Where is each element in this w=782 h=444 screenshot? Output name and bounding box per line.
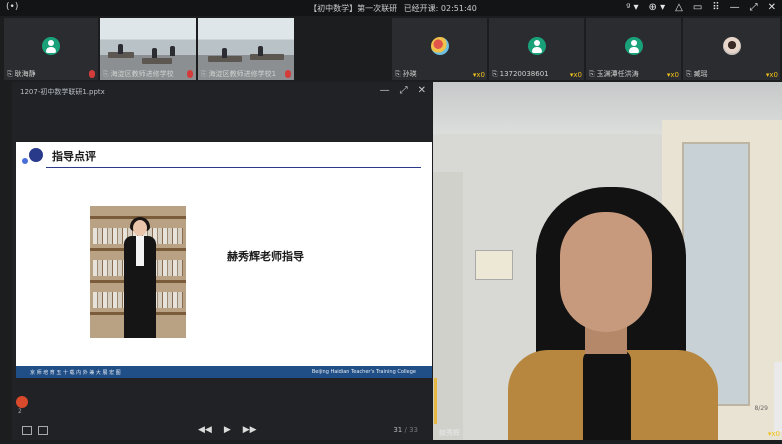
speaker-shirt [583,350,631,440]
prev-slide-icon[interactable]: ◀◀ [198,425,212,435]
presentation-toolbar: ◀◀ ▶ ▶▶ 31 / 33 [12,422,432,440]
participant-name: ⎘ 13720038601 [492,70,549,78]
reward-badge: ▾x0 [765,71,778,79]
footer-left: 京 师 培 育 五 十 载 内 外 兼 大 展 宏 图 [30,370,121,376]
participant-name: ⎘ 海淀区教师进修学校1 [201,70,277,78]
participant-name: ⎘ 孙瑛 [395,70,417,78]
window-edge [774,362,782,432]
settings-menu-icon[interactable]: ⊕ ▾ [649,1,666,15]
decor-circle [29,148,43,162]
mic-muted-icon [285,70,291,78]
slide-caption: 赫秀辉老师指导 [227,250,304,263]
fullscreen-icon[interactable]: ⤢ [400,85,408,96]
participant-tile[interactable]: ⎘ 海淀区教师进修学校 [100,18,196,80]
window-controls: ᵍ ▾ ⊕ ▾ △ ▭ ⠿ — ⤢ ✕ [626,1,776,15]
notes-icon[interactable] [38,426,48,435]
close-icon[interactable]: ✕ [768,1,776,15]
alert-icon[interactable]: △ [675,1,683,15]
profile-photo [430,37,449,55]
ppt-thumbnail-icon[interactable] [16,396,28,408]
teacher-photo [90,206,186,338]
elapsed-time: 已经开课: 02:51:40 [403,4,477,13]
mic-muted-icon [89,70,95,78]
main-video[interactable]: 8/29 赫秀辉 ▾x0 [433,82,782,440]
door [433,172,463,440]
participant-name: ⎘ 臧瑶 [686,70,708,78]
participant-tile[interactable]: ⎘ 海淀区教师进修学校1 [198,18,294,80]
top-bar: (•) 【初中数学】第一次联研 已经开课: 02:51:40 ᵍ ▾ ⊕ ▾ △… [0,0,782,16]
participant-tile[interactable]: ⎘ 玉渊潭任洪涛 ▾x0 [586,18,681,80]
page-indicator: 31 / 33 [393,426,418,434]
avatar-icon [527,37,546,55]
file-name: 1207-初中数学联研1.pptx [20,88,105,96]
speaker-name: 赫秀辉 [439,429,460,437]
title-divider [46,167,421,168]
speaker-face [560,212,652,332]
slide-footer: 京 师 培 育 五 十 载 内 外 兼 大 展 宏 图 Beijing Haid… [16,366,432,378]
reward-badge: ▾x0 [472,71,485,79]
video-counter: 8/29 [754,405,768,412]
grid-icon[interactable]: ⠿ [712,1,719,15]
minimize-icon[interactable]: — [730,1,740,15]
participant-name: ⎘ 玉渊潭任洪涛 [589,70,639,78]
decor-dot [22,158,28,164]
mic-muted-icon [187,70,193,78]
footer-right: Beijing Haidian Teacher's Training Colle… [311,369,416,375]
audio-level-bar [434,378,437,424]
profile-photo [722,37,741,55]
participant-tile[interactable]: ⎘ 臧瑶 ▾x0 [683,18,780,80]
participant-name: ⎘ 耿海静 [7,70,36,78]
wall-sign [475,250,513,280]
participant-name: ⎘ 海淀区教师进修学校 [103,70,174,78]
meeting-name: 【初中数学】第一次联研 [309,4,398,13]
next-slide-icon[interactable]: ▶▶ [243,425,257,435]
thumbnail-count: 2 [18,408,22,415]
reward-badge: ▾x0 [666,71,679,79]
minimize-icon[interactable]: — [380,85,390,96]
participant-strip: ⎘ 耿海静 ⎘ 海淀区教师进修学校 ⎘ 海淀区教师进修学校1 ⎘ 孙瑛 ▾x0 ⎘ 137… [0,16,782,80]
play-icon[interactable]: ▶ [224,425,231,435]
camera-icon[interactable]: ▭ [693,1,702,15]
maximize-icon[interactable]: ⤢ [750,1,758,15]
close-icon[interactable]: ✕ [418,85,426,96]
reward-badge: ▾x0 [569,71,582,79]
participant-tile[interactable]: ⎘ 13720038601 ▾x0 [489,18,584,80]
layout-icon[interactable] [22,426,32,435]
participant-tile[interactable]: ⎘ 孙瑛 ▾x0 [392,18,487,80]
avatar-icon [624,37,643,55]
presentation-header: 1207-初中数学联研1.pptx — ⤢ ✕ [12,82,432,100]
presentation-panel: 1207-初中数学联研1.pptx — ⤢ ✕ 指导点评 赫秀辉老师指导 京 师… [12,82,432,440]
participant-tile[interactable]: ⎘ 耿海静 [4,18,98,80]
avatar-icon [42,37,60,55]
mic-menu-icon[interactable]: ᵍ ▾ [626,1,638,15]
slide-title: 指导点评 [52,150,96,163]
reward-badge: ▾x0 [767,430,780,438]
slide: 指导点评 赫秀辉老师指导 京 师 培 育 五 十 载 内 外 兼 大 展 宏 图… [16,142,432,378]
